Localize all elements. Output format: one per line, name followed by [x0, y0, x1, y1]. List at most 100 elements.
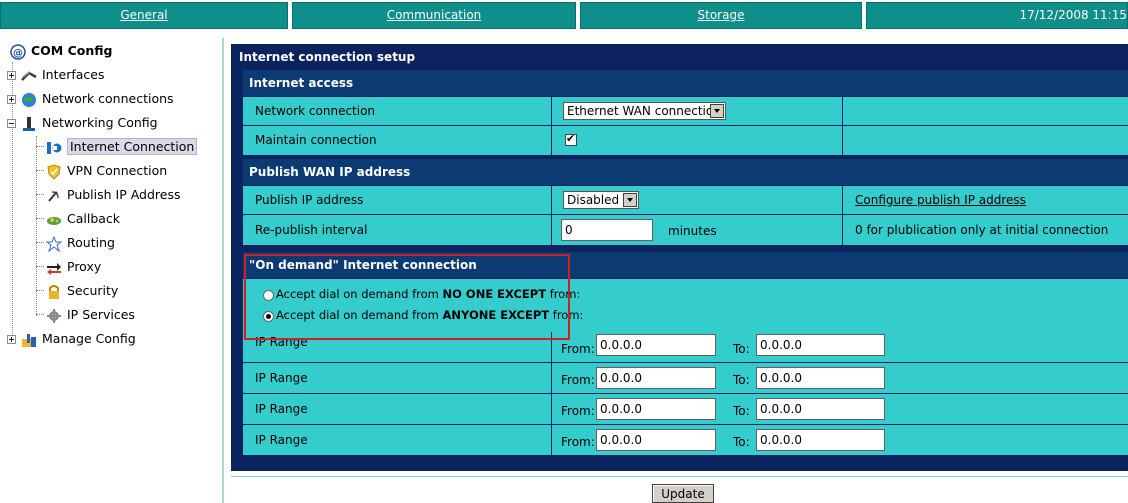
networking-icon [23, 116, 35, 131]
tree-line [36, 170, 44, 171]
ip-range-row: IP Range From: To: [243, 363, 1128, 393]
internet-access-header: Internet access [243, 70, 1128, 96]
republish-interval-row: Re-publish interval minutes 0 for plubli… [243, 215, 1128, 245]
range-to-input[interactable] [756, 334, 885, 356]
network-connection-select[interactable]: Ethernet WAN connection [563, 102, 726, 120]
ip-range-row: IP Range From: To: [243, 394, 1128, 424]
collapse-icon[interactable] [7, 119, 16, 128]
ip-range-cell: From: To: [552, 425, 1128, 455]
network-connection-cell: Ethernet WAN connection [552, 97, 843, 125]
republish-interval-input[interactable] [561, 219, 653, 241]
network-connection-row: Network connection Ethernet WAN connecti… [243, 97, 1128, 125]
publish-ip-select[interactable]: Disabled [563, 191, 639, 209]
configure-cell: Configure publish IP address [843, 186, 1128, 214]
ip-range-label: IP Range [243, 363, 552, 393]
publish-ip-row: Publish IP address Disabled Configure pu… [243, 186, 1128, 214]
maintain-connection-row: Maintain connection [243, 126, 1128, 155]
tab-general[interactable]: General [0, 2, 288, 29]
range-from-input[interactable] [596, 429, 716, 451]
configure-publish-ip-link[interactable]: Configure publish IP address [855, 193, 1026, 207]
interfaces-icon [21, 70, 37, 81]
range-to-input[interactable] [756, 398, 885, 420]
sidebar-item-proxy[interactable]: Proxy [46, 256, 101, 278]
datetime-display: 17/12/2008 11:15 [866, 2, 1128, 29]
sidebar-item-label: Interfaces [42, 67, 105, 82]
internet-connection-icon [47, 141, 62, 154]
publish-ip-label: Publish IP address [243, 186, 552, 214]
range-from-input[interactable] [596, 398, 716, 420]
sidebar-item-label: Manage Config [42, 331, 136, 346]
range-from-input[interactable] [596, 367, 716, 389]
tab-communication[interactable]: Communication [292, 2, 576, 29]
update-button[interactable]: Update [652, 484, 714, 503]
sidebar-item-label: Callback [67, 211, 121, 226]
tree-line [36, 266, 44, 267]
expand-icon[interactable] [7, 71, 16, 80]
expand-icon[interactable] [7, 95, 16, 104]
tree-line [36, 194, 44, 195]
republish-hint: 0 for plublication only at initial conne… [855, 223, 1109, 237]
ip-range-cell: From: To: [552, 332, 1128, 362]
storage-link[interactable]: Storage [698, 8, 745, 22]
svg-text:@: @ [13, 48, 23, 59]
general-link[interactable]: General [120, 8, 167, 22]
sidebar-item-label: Publish IP Address [67, 187, 181, 202]
range-from-input[interactable] [596, 334, 716, 356]
tree-line [36, 136, 37, 316]
range-to-input[interactable] [756, 429, 885, 451]
tree-line [36, 146, 44, 147]
network-connection-label: Network connection [243, 97, 552, 125]
ondemand-highlight-box [244, 254, 570, 340]
sidebar-item-routing[interactable]: Routing [46, 232, 115, 254]
from-label: From: [561, 342, 595, 356]
communication-link[interactable]: Communication [387, 8, 482, 22]
expand-icon[interactable] [7, 335, 16, 344]
manage-config-icon [22, 333, 36, 347]
sidebar-item-label: Network connections [42, 91, 174, 106]
ip-range-cell: From: To: [552, 394, 1128, 424]
dropdown-arrow-icon[interactable] [710, 104, 724, 118]
tree-line [36, 242, 44, 243]
callback-icon [47, 216, 61, 225]
publish-ip-cell: Disabled [552, 186, 843, 214]
sidebar-item-callback[interactable]: Callback [46, 208, 120, 230]
publish-wan-ip-header: Publish WAN IP address [243, 159, 1128, 185]
sidebar-item-internet-connection[interactable]: Internet Connection [46, 136, 198, 158]
sidebar-item-network-connections[interactable]: Network connections [7, 88, 174, 110]
to-label: To: [733, 373, 750, 387]
maintain-connection-cell [552, 126, 843, 155]
network-connection-value: Ethernet WAN connection [567, 104, 721, 118]
sidebar-item-ip-services[interactable]: IP Services [46, 304, 135, 326]
maintain-connection-checkbox[interactable] [565, 132, 577, 146]
page-title: Internet connection setup [239, 50, 416, 64]
republish-interval-cell: minutes [552, 215, 843, 245]
tree-root-com-config[interactable]: @ COM Config [10, 40, 112, 62]
sidebar-item-label: Routing [67, 235, 115, 250]
to-label: To: [733, 435, 750, 449]
to-label: To: [733, 342, 750, 356]
tree-line [36, 218, 44, 219]
sidebar-item-label: Security [67, 283, 119, 298]
sidebar-item-security[interactable]: Security [46, 280, 118, 302]
sidebar-item-label: Proxy [67, 259, 102, 274]
empty-cell [843, 97, 1128, 125]
tree-line [36, 314, 44, 315]
dropdown-arrow-icon[interactable] [623, 193, 637, 207]
republish-interval-label: Re-publish interval [243, 215, 552, 245]
sidebar-divider [222, 38, 224, 503]
from-label: From: [561, 404, 595, 418]
tree-root-label: COM Config [31, 43, 113, 58]
tree-line [36, 290, 44, 291]
sidebar-item-interfaces[interactable]: Interfaces [7, 64, 104, 86]
sidebar-item-networking-config[interactable]: Networking Config [7, 112, 158, 134]
range-to-input[interactable] [756, 367, 885, 389]
tab-storage[interactable]: Storage [580, 2, 862, 29]
gear-icon [47, 308, 61, 323]
sidebar-item-publish-ip-address[interactable]: Publish IP Address [46, 184, 181, 206]
shield-icon [47, 163, 61, 180]
proxy-icon [47, 262, 61, 275]
sidebar-item-vpn-connection[interactable]: VPN Connection [46, 160, 167, 182]
top-navigation: General Communication Storage 17/12/2008… [0, 0, 1128, 34]
sidebar-item-manage-config[interactable]: Manage Config [7, 328, 136, 350]
to-label: To: [733, 404, 750, 418]
